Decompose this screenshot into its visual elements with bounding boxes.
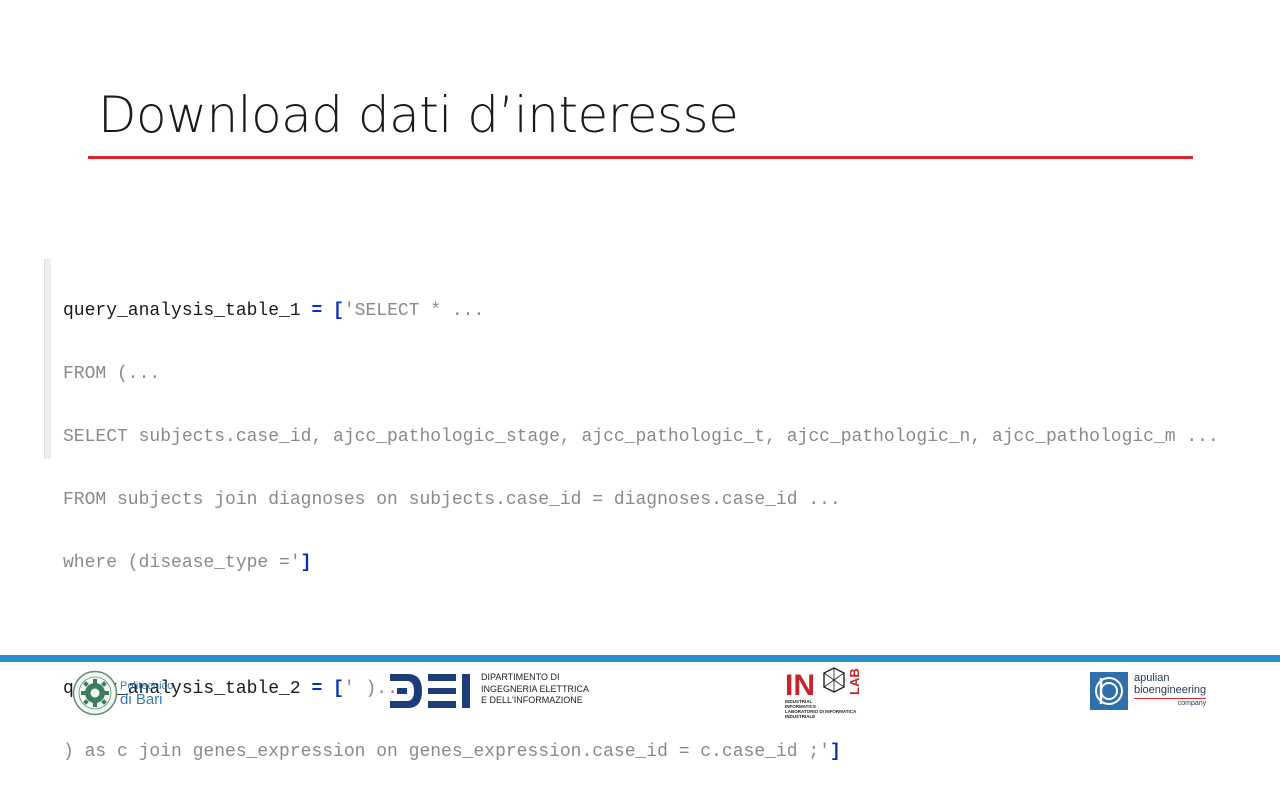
indlab-subtitle: INDUSTRIAL INFORMATICS LABORATORIO DI IN…	[785, 699, 864, 719]
code-token-variable: query_analysis_table_1	[63, 301, 312, 321]
code-line-4: FROM subjects join diagnoses on subjects…	[63, 490, 841, 510]
code-token-operator: ]	[300, 553, 312, 573]
code-line-1: query_analysis_table_1 = ['SELECT * ...	[63, 301, 1219, 322]
slide-title: Download dati d’interesse	[98, 86, 739, 144]
apulian-line-1: apulian	[1134, 672, 1170, 684]
code-token-string: where (disease_type ='	[63, 553, 301, 573]
dei-logo: DIPARTIMENTO DI INGEGNERIA ELETTRICA E D…	[390, 672, 590, 712]
code-line-2: FROM (...	[63, 364, 161, 384]
title-underline	[88, 156, 1193, 159]
politecnico-di-bari-logo: Politecnico di Bari	[72, 669, 182, 717]
dei-line-1: DIPARTIMENTO DI	[481, 672, 560, 682]
code-token-operator: ]	[829, 742, 841, 762]
apulian-wordmark: apulian bioengineering company	[1134, 672, 1207, 708]
poliba-seal-icon	[72, 670, 118, 716]
indlab-sub-3: LABORATORIO DI INFORMATICA INDUSTRIALE	[785, 709, 857, 719]
poliba-wordmark: Politecnico di Bari	[120, 681, 173, 708]
code-line-7: ) as c join genes_expression on genes_ex…	[63, 742, 1219, 763]
svg-text:IN: IN	[785, 669, 815, 699]
code-line-3: SELECT subjects.case_id, ajcc_pathologic…	[63, 427, 1219, 447]
dei-line-2: INGEGNERIA ELETTRICA	[481, 683, 590, 694]
footer-logos: Politecnico di Bari DIPARTIMENTO DI INGE…	[0, 662, 1280, 720]
apulian-line-3: company	[1177, 700, 1207, 707]
dei-wordmark: DIPARTIMENTO DI INGEGNERIA ELETTRICA E D…	[481, 672, 589, 707]
industrial-informatics-lab-logo: IN LAB INDUSTRIAL INFORMATICS LABORATORI…	[784, 665, 864, 719]
code-token-operator: = [	[311, 301, 344, 321]
dei-line-3: E DELL'INFORMAZIONE	[481, 695, 583, 705]
indlab-mark-icon: IN LAB	[785, 667, 862, 699]
apulian-line-2: bioengineering	[1134, 684, 1207, 699]
code-gutter	[44, 259, 51, 459]
poliba-line-2: di Bari	[120, 691, 163, 708]
code-token-string: 'SELECT * ...	[343, 301, 485, 321]
apulian-mark-icon	[1090, 672, 1128, 710]
code-token-string: ) as c join genes_expression on genes_ex…	[63, 742, 830, 762]
code-block: query_analysis_table_1 = ['SELECT * ... …	[44, 259, 1244, 762]
code-line-5: where (disease_type =']	[63, 553, 1219, 574]
footer-bar	[0, 655, 1280, 662]
svg-text:LAB: LAB	[847, 668, 862, 695]
apulian-bioengineering-logo: apulian bioengineering company	[1090, 670, 1230, 714]
dei-mark-icon	[390, 674, 470, 708]
code-lines: query_analysis_table_1 = ['SELECT * ... …	[63, 259, 1219, 805]
